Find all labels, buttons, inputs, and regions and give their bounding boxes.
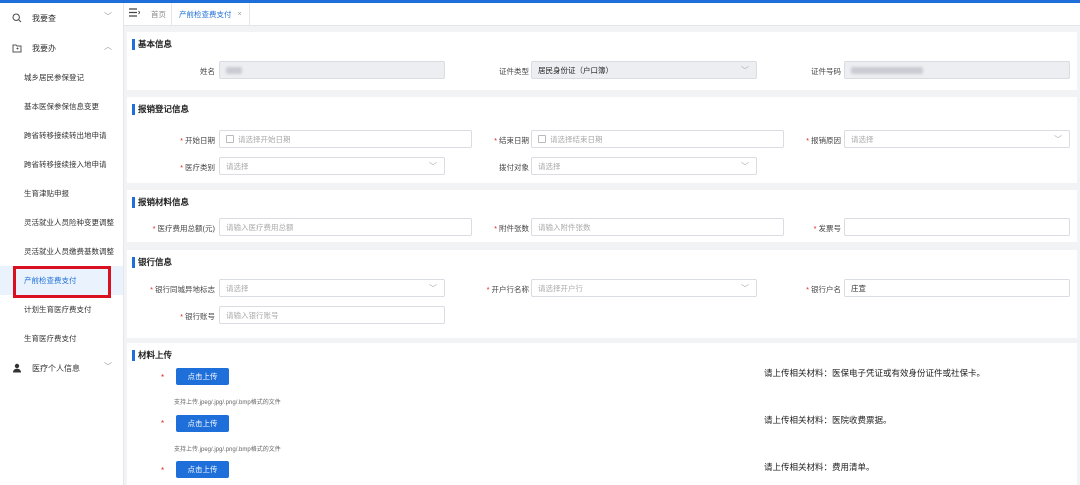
- chevron-down-icon: ﹀: [429, 284, 437, 293]
- samecity-select[interactable]: 请选择 ﹀: [219, 279, 445, 297]
- idno-field: [844, 61, 1070, 79]
- tab-prenatal-payment[interactable]: 产前检查费支付 ×: [171, 3, 250, 25]
- section-title: 银行信息: [132, 257, 172, 268]
- chevron-down-icon: ﹀: [741, 162, 749, 171]
- highlight-box: [13, 266, 111, 298]
- payee-label: 拨付对象: [499, 163, 529, 172]
- calendar-icon: [538, 135, 546, 143]
- material-note: 请上传相关材料：医院收费票据。: [764, 415, 892, 425]
- upload-hint: 支持上传.jpeg/.jpg/.png/.bmp格式的文件: [174, 447, 281, 453]
- menu-toggle-icon[interactable]: [128, 7, 141, 21]
- chevron-down-icon: ﹀: [741, 66, 749, 75]
- tab-label: 产前检查费支付: [179, 9, 232, 19]
- end-date-input[interactable]: 请选择结束日期: [531, 130, 784, 148]
- sidebar-item-family-planning[interactable]: 计划生育医疗费支付: [0, 295, 123, 324]
- tab-home[interactable]: 首页: [151, 9, 166, 20]
- reg-info-section: 报销登记信息 * 开始日期 请选择开始日期 * 结束日期 请选择结束日期 * 报销原因…: [127, 97, 1077, 183]
- medtype-select[interactable]: 请选择 ﹀: [219, 157, 445, 175]
- sidebar-item-flex-base-change[interactable]: 灵活就业人员缴费基数调整: [0, 237, 123, 266]
- mat-info-section: 报销材料信息 * 医疗费用总额(元) 请输入医疗费用总额 * 附件张数 请输入附件张…: [127, 190, 1077, 242]
- acctname-input[interactable]: 庄宣: [844, 279, 1070, 297]
- upload-button[interactable]: 点击上传: [176, 415, 229, 432]
- acctname-label: * 银行户名: [806, 285, 841, 294]
- chevron-down-icon: ﹀: [1054, 135, 1062, 144]
- chevron-down-icon: ﹀: [104, 362, 112, 371]
- samecity-label: * 银行同城异地标志: [150, 285, 215, 294]
- required-mark: *: [161, 466, 165, 475]
- branch-label: * 开户行名称: [486, 285, 529, 294]
- upload-button[interactable]: 点击上传: [176, 368, 229, 385]
- sidebar-group-label: 我要查: [32, 13, 56, 23]
- total-cost-input[interactable]: 请输入医疗费用总额: [219, 218, 472, 236]
- invoice-label: * 发票号: [813, 224, 841, 233]
- chevron-down-icon: ﹀: [741, 284, 749, 293]
- upload-button[interactable]: 点击上传: [176, 461, 229, 478]
- attach-count-label: * 附件张数: [494, 224, 529, 233]
- sidebar-group-label: 医疗个人信息: [32, 363, 80, 373]
- upload-section: 材料上传 * 点击上传 支持上传.jpeg/.jpg/.png/.bmp格式的文…: [127, 343, 1077, 485]
- basic-info-section: 基本信息 姓名 证件类型 居民身份证（户口簿） ﹀ 证件号码: [127, 32, 1077, 90]
- total-cost-label: * 医疗费用总额(元): [152, 224, 215, 233]
- sidebar-item-insurance-change[interactable]: 基本医保参保信息变更: [0, 92, 123, 121]
- start-date-input[interactable]: 请选择开始日期: [219, 130, 472, 148]
- section-title: 报销登记信息: [132, 104, 189, 115]
- sidebar-item-resident-enroll[interactable]: 城乡居民参保登记: [0, 63, 123, 92]
- medtype-label: * 医疗类别: [180, 163, 215, 172]
- folder-icon: [11, 43, 23, 53]
- reason-label: * 报销原因: [806, 136, 841, 145]
- sidebar-item-flex-type-change[interactable]: 灵活就业人员险种变更调整: [0, 208, 123, 237]
- idtype-label: 证件类型: [499, 67, 529, 76]
- name-label: 姓名: [200, 67, 215, 76]
- sidebar-group-personal[interactable]: 医疗个人信息 ﹀: [0, 353, 123, 383]
- sidebar-item-maternity-allowance[interactable]: 生育津贴申报: [0, 179, 123, 208]
- sidebar-group-label: 我要办: [32, 43, 56, 53]
- section-title: 报销材料信息: [132, 197, 189, 208]
- idno-label: 证件号码: [811, 67, 841, 76]
- attach-count-input[interactable]: 请输入附件张数: [531, 218, 784, 236]
- reason-select[interactable]: 请选择 ﹀: [844, 130, 1070, 148]
- calendar-icon: [226, 135, 234, 143]
- sidebar-item-transfer-out[interactable]: 跨省转移接续转出地申请: [0, 121, 123, 150]
- sidebar: 我要查 ﹀ 我要办 ︿ 城乡居民参保登记 基本医保参保信息变更 跨省转移接续转出…: [0, 3, 124, 485]
- sidebar-group-handle[interactable]: 我要办 ︿: [0, 33, 123, 63]
- upload-hint: 支持上传.jpeg/.jpg/.png/.bmp格式的文件: [174, 400, 281, 406]
- payee-select[interactable]: 请选择 ﹀: [531, 157, 757, 175]
- required-mark: *: [161, 373, 165, 382]
- user-icon: [11, 363, 23, 373]
- name-field: [219, 61, 445, 79]
- sidebar-group-query[interactable]: 我要查 ﹀: [0, 3, 123, 33]
- sidebar-item-maternity-medical[interactable]: 生育医疗费支付: [0, 324, 123, 353]
- material-note: 请上传相关材料：费用清单。: [764, 462, 875, 472]
- tab-bar: 首页 产前检查费支付 ×: [124, 3, 1080, 26]
- section-title: 材料上传: [132, 350, 172, 361]
- section-title: 基本信息: [132, 39, 172, 50]
- bank-info-section: 银行信息 * 银行同城异地标志 请选择 ﹀ * 开户行名称 请选择开户行 ﹀ * 银行户名…: [127, 250, 1077, 338]
- chevron-down-icon: ﹀: [429, 162, 437, 171]
- sidebar-item-transfer-in[interactable]: 跨省转移接续接入地申请: [0, 150, 123, 179]
- search-icon: [11, 13, 23, 23]
- idtype-select: 居民身份证（户口簿） ﹀: [531, 61, 757, 79]
- branch-select[interactable]: 请选择开户行 ﹀: [531, 279, 757, 297]
- idtype-value: 居民身份证（户口簿）: [538, 65, 613, 75]
- end-date-label: * 结束日期: [494, 136, 529, 145]
- invoice-input[interactable]: [844, 218, 1070, 236]
- start-date-label: * 开始日期: [180, 136, 215, 145]
- acctno-input[interactable]: 请输入银行账号: [219, 306, 445, 324]
- material-note: 请上传相关材料：医保电子凭证或有效身份证件或社保卡。: [764, 368, 986, 378]
- acctname-value: 庄宣: [851, 283, 866, 293]
- required-mark: *: [161, 419, 165, 428]
- close-icon[interactable]: ×: [238, 11, 242, 18]
- chevron-up-icon: ︿: [104, 42, 112, 51]
- chevron-down-icon: ﹀: [104, 12, 112, 21]
- acctno-label: * 银行账号: [180, 312, 215, 321]
